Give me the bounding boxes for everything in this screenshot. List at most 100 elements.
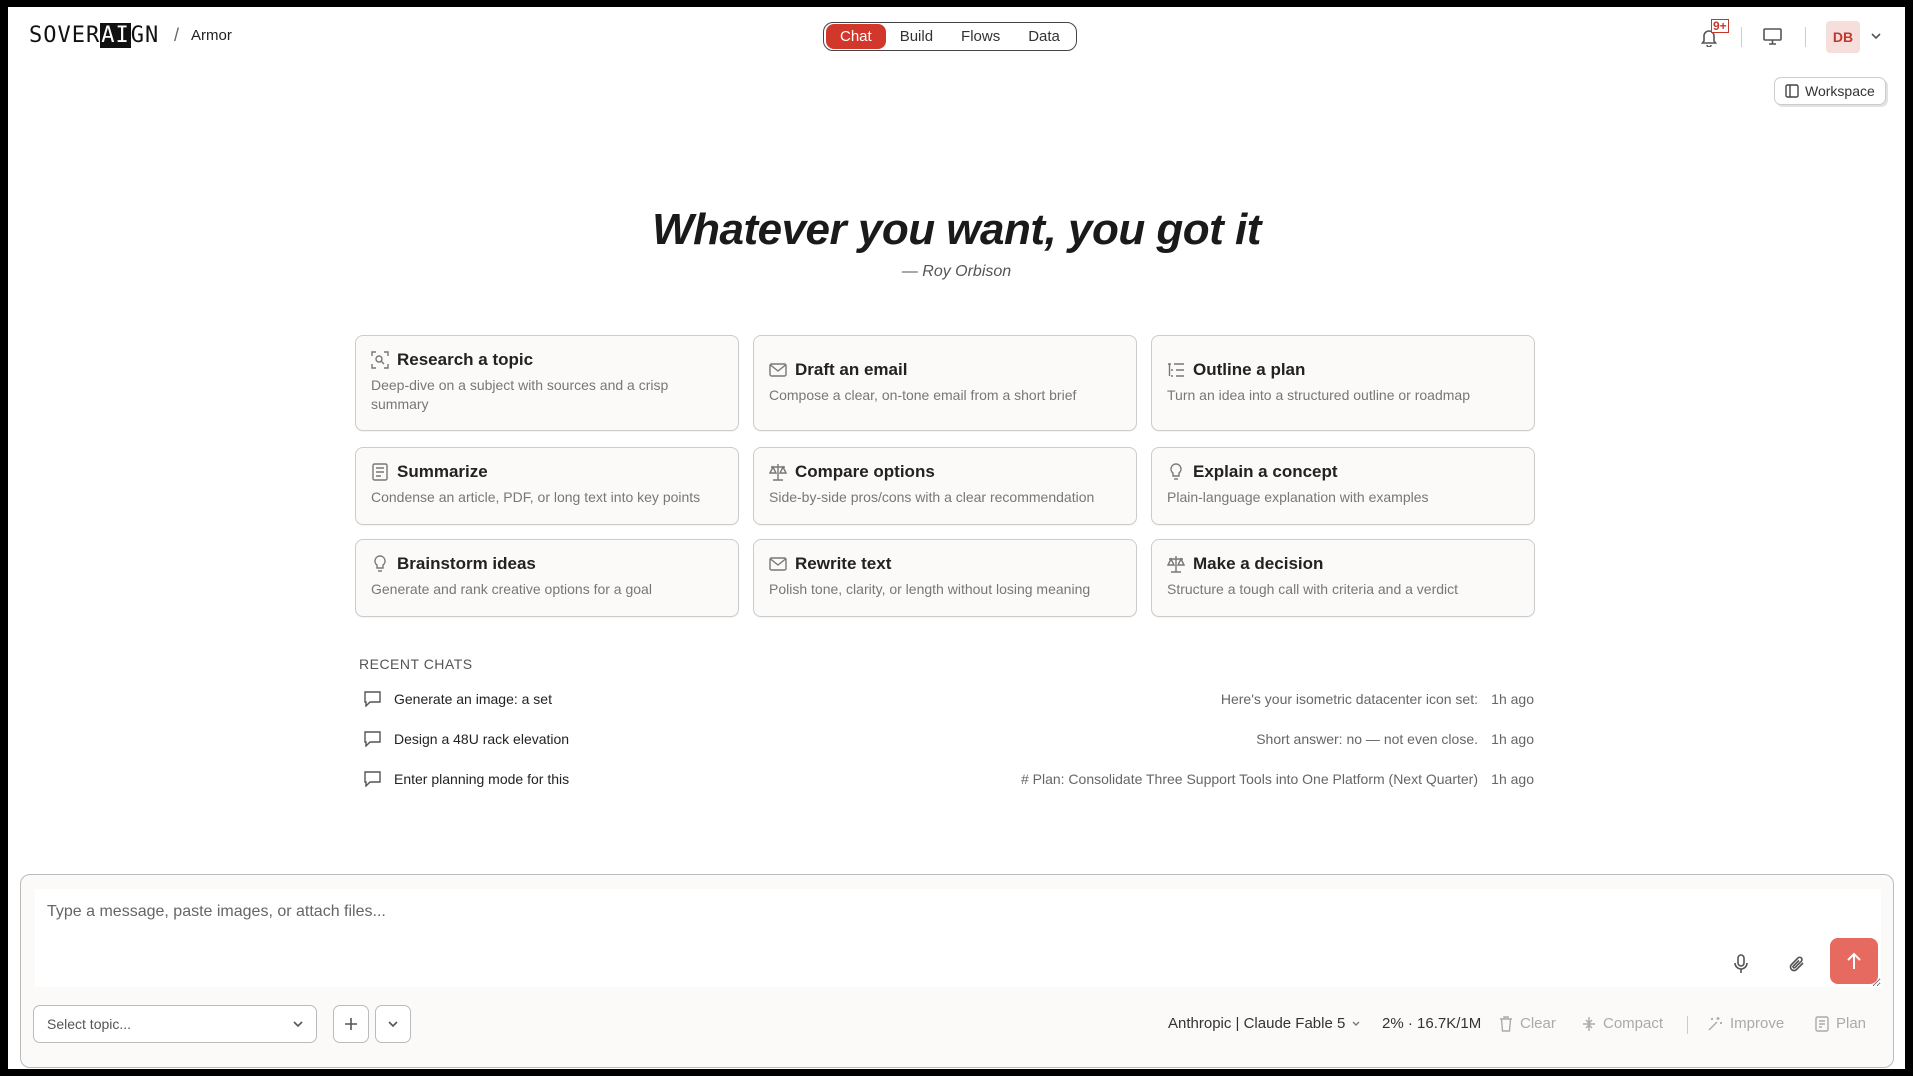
- header-divider: [1805, 27, 1806, 47]
- recent-chat-preview: Short answer: no — not even close.: [1256, 731, 1478, 747]
- monitor-icon[interactable]: [1763, 28, 1782, 45]
- chat-bubble-icon: [364, 731, 381, 747]
- workspace-label: Workspace: [1805, 83, 1875, 99]
- chevron-down-icon: [1352, 1021, 1360, 1026]
- recent-chat-preview: Here's your isometric datacenter icon se…: [1220, 691, 1478, 707]
- chat-bubble-icon: [364, 691, 381, 707]
- plan-icon: [1815, 1015, 1829, 1032]
- card-description: Polish tone, clarity, or length without …: [769, 581, 1091, 597]
- tab-flows[interactable]: Flows: [947, 24, 1014, 49]
- trash-icon: [1500, 1015, 1512, 1032]
- message-composer: Select topic... Anthropic | Claude Fable…: [20, 874, 1894, 1068]
- prompt-card-outline-plan[interactable]: Outline a plan Turn an idea into a struc…: [1151, 335, 1535, 431]
- card-description: Compose a clear, on-tone email from a sh…: [769, 387, 1077, 403]
- card-title: Summarize: [397, 462, 488, 481]
- tab-build[interactable]: Build: [886, 24, 947, 49]
- improve-label: Improve: [1730, 1015, 1785, 1032]
- research-icon: [371, 351, 389, 369]
- logo-text-ai: AI: [100, 23, 131, 48]
- sparkle-icon: [1708, 1016, 1722, 1030]
- chevron-down-icon: [292, 1019, 304, 1029]
- microphone-icon[interactable]: [1734, 954, 1748, 974]
- tab-chat[interactable]: Chat: [826, 24, 886, 49]
- topic-select-value: Select topic...: [47, 1016, 132, 1032]
- clear-button[interactable]: Clear: [1499, 1015, 1556, 1032]
- prompt-card-explain-concept[interactable]: Explain a concept Plain-language explana…: [1151, 447, 1535, 525]
- breadcrumb-separator: /: [174, 25, 180, 45]
- card-title: Compare options: [795, 462, 935, 481]
- compress-icon: [1583, 1016, 1595, 1031]
- prompt-card-research[interactable]: Research a topic Deep-dive on a subject …: [355, 335, 739, 431]
- chevron-down-icon: [388, 1021, 398, 1028]
- chat-bubble-icon: [364, 771, 381, 787]
- card-description: Condense an article, PDF, or long text i…: [371, 489, 701, 505]
- outline-icon: [1167, 361, 1185, 379]
- card-title: Explain a concept: [1193, 462, 1338, 481]
- toolbar-divider: [1687, 1016, 1688, 1034]
- topic-select[interactable]: Select topic...: [33, 1005, 317, 1043]
- mail-icon: [769, 555, 787, 573]
- card-description: Plain-language explanation with examples: [1167, 489, 1429, 505]
- compact-button[interactable]: Compact: [1582, 1015, 1663, 1032]
- model-selector[interactable]: Anthropic | Claude Fable 5: [1168, 1015, 1361, 1032]
- clear-label: Clear: [1520, 1015, 1556, 1032]
- card-description: Side-by-side pros/cons with a clear reco…: [769, 489, 1095, 505]
- app-logo[interactable]: SOVER AI GN: [29, 23, 159, 48]
- chevron-down-icon[interactable]: [1870, 31, 1882, 41]
- paperclip-icon[interactable]: [1788, 954, 1806, 974]
- card-title: Draft an email: [795, 360, 908, 379]
- plan-button[interactable]: Plan: [1815, 1015, 1866, 1032]
- card-description: Deep-dive on a subject with sources and …: [371, 377, 669, 412]
- plus-icon: [345, 1018, 357, 1030]
- prompt-card-make-decision[interactable]: Make a decision Structure a tough call w…: [1151, 539, 1535, 617]
- recent-chat-title: Enter planning mode for this: [394, 771, 570, 787]
- mode-tabs: Chat Build Flows Data: [823, 22, 1077, 51]
- hero-attribution: — Roy Orbison: [901, 263, 1012, 280]
- lightbulb-icon: [371, 555, 389, 573]
- arrow-up-icon: [1847, 952, 1861, 969]
- recent-chat-time: 1h ago: [1491, 691, 1534, 707]
- lightbulb-icon: [1167, 463, 1185, 481]
- compact-label: Compact: [1603, 1015, 1664, 1032]
- mail-icon: [769, 361, 787, 379]
- card-description: Generate and rank creative options for a…: [371, 581, 652, 597]
- card-description: Structure a tough call with criteria and…: [1167, 581, 1459, 597]
- send-button[interactable]: [1830, 938, 1878, 984]
- prompt-card-summarize[interactable]: Summarize Condense an article, PDF, or l…: [355, 447, 739, 525]
- card-description: Turn an idea into a structured outline o…: [1167, 387, 1470, 403]
- logo-text-pre: SOVER: [29, 23, 101, 48]
- improve-button[interactable]: Improve: [1707, 1015, 1784, 1032]
- workspace-button[interactable]: Workspace: [1774, 77, 1886, 105]
- message-input[interactable]: [35, 889, 1881, 987]
- add-topic-button[interactable]: [333, 1005, 369, 1043]
- card-title: Outline a plan: [1193, 360, 1306, 379]
- prompt-card-brainstorm[interactable]: Brainstorm ideas Generate and rank creat…: [355, 539, 739, 617]
- topic-menu-button[interactable]: [375, 1005, 411, 1043]
- recent-chat-time: 1h ago: [1491, 731, 1534, 747]
- hero-title: Whatever you want, you got it: [652, 205, 1261, 254]
- logo-text-post: GN: [130, 23, 160, 48]
- recent-chat-row[interactable]: Enter planning mode for this # Plan: Con…: [364, 768, 1534, 792]
- scale-icon: [769, 463, 787, 481]
- plan-label: Plan: [1836, 1015, 1867, 1032]
- card-title: Rewrite text: [795, 554, 892, 573]
- context-usage: 2% · 16.7K/1M: [1382, 1015, 1482, 1032]
- card-title: Brainstorm ideas: [397, 554, 536, 573]
- model-label: Anthropic | Claude Fable 5: [1168, 1015, 1346, 1032]
- breadcrumb-project[interactable]: Armor: [191, 27, 232, 44]
- user-avatar[interactable]: DB: [1826, 21, 1860, 53]
- notification-badge: 9+: [1711, 19, 1729, 33]
- panel-icon: [1785, 84, 1799, 98]
- prompt-card-compare-options[interactable]: Compare options Side-by-side pros/cons w…: [753, 447, 1137, 525]
- recent-chats-heading: RECENT CHATS: [359, 656, 473, 672]
- recent-chat-row[interactable]: Design a 48U rack elevation Short answer…: [364, 728, 1534, 752]
- tab-data[interactable]: Data: [1014, 24, 1074, 49]
- prompt-card-rewrite-text[interactable]: Rewrite text Polish tone, clarity, or le…: [753, 539, 1137, 617]
- card-title: Make a decision: [1193, 554, 1324, 573]
- header-divider: [1741, 27, 1742, 47]
- recent-chat-row[interactable]: Generate an image: a set Here's your iso…: [364, 688, 1534, 712]
- recent-chat-title: Generate an image: a set: [394, 691, 552, 707]
- prompt-card-draft-email[interactable]: Draft an email Compose a clear, on-tone …: [753, 335, 1137, 431]
- card-title: Research a topic: [397, 350, 534, 369]
- recent-chat-title: Design a 48U rack elevation: [394, 731, 570, 747]
